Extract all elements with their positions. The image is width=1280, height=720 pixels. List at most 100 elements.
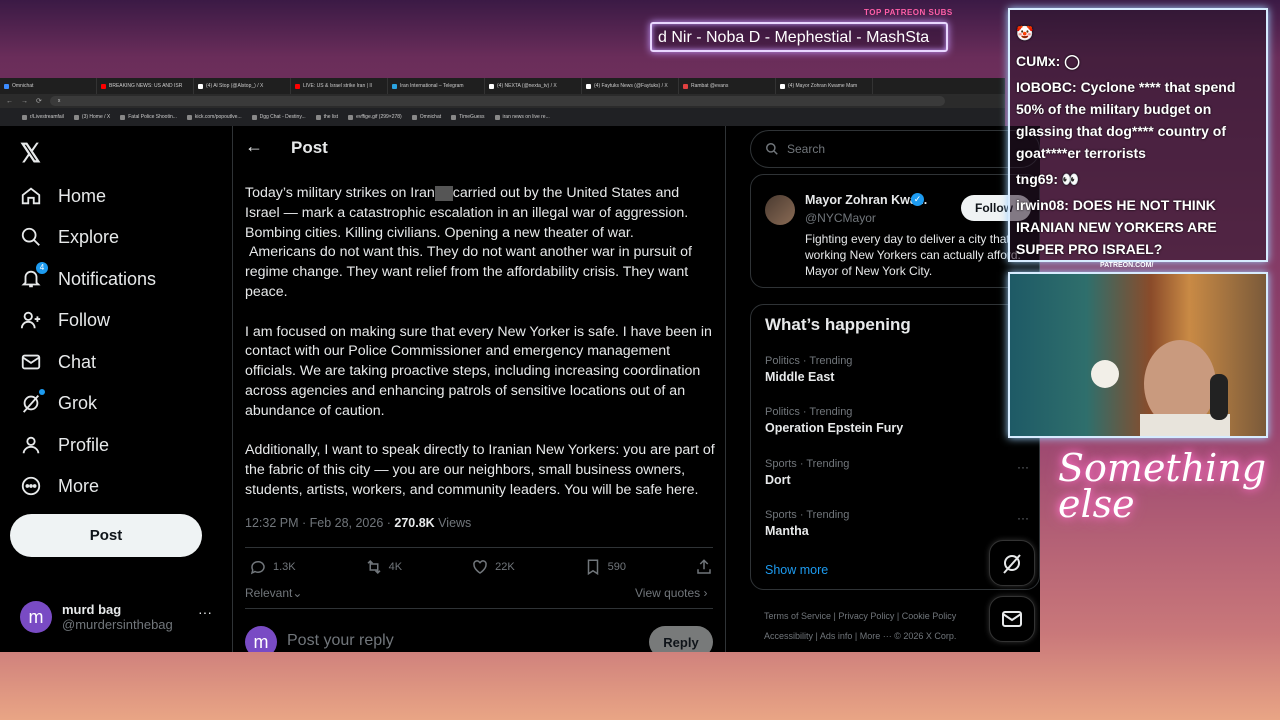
like-count: 22K [495, 561, 515, 573]
browser-tab[interactable]: Iran International – Telegram [388, 78, 485, 94]
nav-follow[interactable]: Follow [20, 300, 110, 340]
bookmark-item[interactable]: Omnichat [411, 114, 442, 120]
reply-icon [250, 560, 265, 575]
bookmark-favicon-icon [411, 114, 417, 120]
chat-message: 🤡 [1016, 22, 1266, 44]
bookmark-favicon-icon [120, 114, 126, 120]
heart-icon [473, 560, 487, 574]
tab-label: (4) NEXTA (@nexta_tv) / X [497, 83, 557, 89]
post-button[interactable]: Post [10, 514, 202, 557]
nav-chat[interactable]: Chat [20, 342, 96, 382]
trend-item[interactable]: Politics · Trending Operation Epstein Fu… [765, 406, 1029, 435]
profile-name[interactable]: Mayor Zohran Kwa... [805, 193, 927, 207]
show-more-link[interactable]: Show more [765, 563, 828, 577]
search-icon [20, 226, 42, 248]
reload-icon[interactable]: ⟳ [36, 97, 42, 105]
tab-label: (4) Faytuks News (@Faytuks) / X [594, 83, 668, 89]
bookmark-item[interactable]: evffige.gif (299×278) [348, 114, 402, 120]
bookmark-label: kick.com/popoutlve... [194, 114, 242, 120]
more-circle-icon [20, 475, 42, 497]
share-action[interactable] [695, 558, 713, 576]
trend-more-icon[interactable]: ··· [1017, 460, 1029, 474]
browser-tab[interactable]: (4) Mayor Zohran Kwame Mam [776, 78, 873, 94]
browser-tab[interactable]: Rambat @evans [679, 78, 776, 94]
browser-tab[interactable]: (4) NEXTA (@nexta_tv) / X [485, 78, 582, 94]
post-text: Today’s military strikes on Iran [245, 185, 435, 201]
tab-favicon-icon [780, 83, 785, 89]
bookmark-item[interactable]: Dgg Chat - Destiny... [251, 114, 306, 120]
reply-input[interactable]: Post your reply [287, 632, 394, 650]
add-person-icon [20, 309, 42, 331]
browser-tab[interactable]: BREAKING NEWS: US AND ISR [97, 78, 194, 94]
nav-grok[interactable]: Grok [20, 383, 97, 423]
mail-icon [20, 351, 42, 373]
bookmark-action[interactable]: 590 [584, 558, 626, 576]
patreon-subs-ticker: d Nir - Noba D - Mephestial - MashSta [650, 22, 948, 52]
nav-notifications[interactable]: 4 Notifications [20, 259, 156, 299]
bookmark-favicon-icon [315, 114, 321, 120]
grok-fab[interactable] [989, 540, 1035, 586]
search-input[interactable]: Search [750, 130, 1040, 168]
repost-action[interactable]: 4K [365, 558, 402, 576]
post-paragraph-3: Additionally, I want to speak directly t… [245, 442, 719, 498]
account-switcher[interactable]: m murd bag @murdersinthebag [20, 596, 220, 638]
account-more-icon[interactable]: ··· [198, 604, 212, 620]
forward-nav-icon[interactable]: → [21, 98, 28, 105]
avatar[interactable] [765, 195, 795, 225]
trend-item[interactable]: Politics · Trending Middle East [765, 355, 1029, 384]
bookmark-item[interactable]: r/Livestreamfail [22, 114, 64, 120]
bookmark-item[interactable]: Fatal Police Shootin... [120, 114, 177, 120]
tab-label: Iran International – Telegram [400, 83, 464, 89]
nav-more[interactable]: More [20, 466, 99, 506]
bookmark-item[interactable]: iran news on live re... [494, 114, 550, 120]
trend-item[interactable]: Sports · Trending Mantha ··· [765, 509, 1029, 538]
bookmark-item[interactable]: kick.com/popoutlve... [186, 114, 242, 120]
browser-tab[interactable]: (4) Al Stop (@Alstop_) / X [194, 78, 291, 94]
bookmark-label: Omnichat [419, 114, 442, 120]
url-input[interactable]: x [49, 96, 945, 106]
post-timestamp[interactable]: 12:32 PM · Feb 28, 2026 · [245, 516, 394, 530]
bookmark-favicon-icon [348, 114, 354, 120]
messages-fab[interactable] [989, 596, 1035, 642]
nav-profile[interactable]: Profile [20, 425, 109, 465]
browser-tab[interactable]: (4) Faytuks News (@Faytuks) / X [582, 78, 679, 94]
browser-chrome: Omnichat BREAKING NEWS: US AND ISR (4) Al … [0, 78, 1005, 126]
reply-count: 1.3K [273, 561, 296, 573]
back-nav-icon[interactable]: ← [6, 98, 13, 105]
reply-button[interactable]: Reply [649, 626, 713, 652]
trend-title: Mantha [765, 524, 809, 538]
browser-tab[interactable]: LIVE: US & Israel strike Iran | Il [291, 78, 388, 94]
chat-message: IOBOBC: Cyclone **** that spend 50% of t… [1016, 76, 1266, 164]
trend-item[interactable]: Sports · Trending Dort ··· [765, 458, 1029, 487]
bookmark-item[interactable]: the list [315, 114, 338, 120]
bookmark-item[interactable]: (3) Home / X [73, 114, 110, 120]
browser-tab[interactable]: Omnichat [0, 78, 97, 94]
nav-home[interactable]: Home [20, 176, 106, 216]
back-arrow-icon[interactable]: ← [245, 136, 263, 157]
post-meta: 12:32 PM · Feb 28, 2026 · 270.8K Views [245, 516, 471, 530]
divider [245, 608, 713, 609]
reply-sort-dropdown[interactable]: Relevant⌄ [245, 586, 302, 600]
trend-more-icon[interactable]: ··· [1017, 511, 1029, 525]
like-action[interactable]: 22K [471, 558, 515, 576]
x-logo-icon[interactable]: 𝕏 [20, 138, 41, 169]
tab-bar: Omnichat BREAKING NEWS: US AND ISR (4) Al … [0, 78, 1005, 94]
bookmark-item[interactable]: TimeGuess [451, 114, 485, 120]
trend-title: Operation Epstein Fury [765, 421, 904, 435]
left-nav: 𝕏 Home Explore 4 Notifications Follow Ch… [0, 126, 232, 652]
emote-icon: 🤡 [1016, 25, 1034, 41]
grok-icon [20, 389, 45, 414]
trend-category: Sports · Trending [765, 458, 850, 470]
post-body: Today’s military strikes on Iran carried … [245, 184, 717, 521]
search-icon [766, 143, 778, 155]
nav-explore[interactable]: Explore [20, 217, 119, 257]
tab-label: Omnichat [12, 83, 34, 89]
post-paragraph-2: I am focused on making sure that every N… [245, 323, 716, 419]
view-quotes-link[interactable]: View quotes › [635, 586, 708, 600]
bookmark-count: 590 [607, 561, 626, 573]
reply-action[interactable]: 1.3K [249, 558, 296, 576]
chat-user: tng69: [1016, 171, 1058, 187]
tab-favicon-icon [198, 83, 203, 89]
tab-favicon-icon [392, 83, 397, 89]
divider [245, 547, 713, 548]
